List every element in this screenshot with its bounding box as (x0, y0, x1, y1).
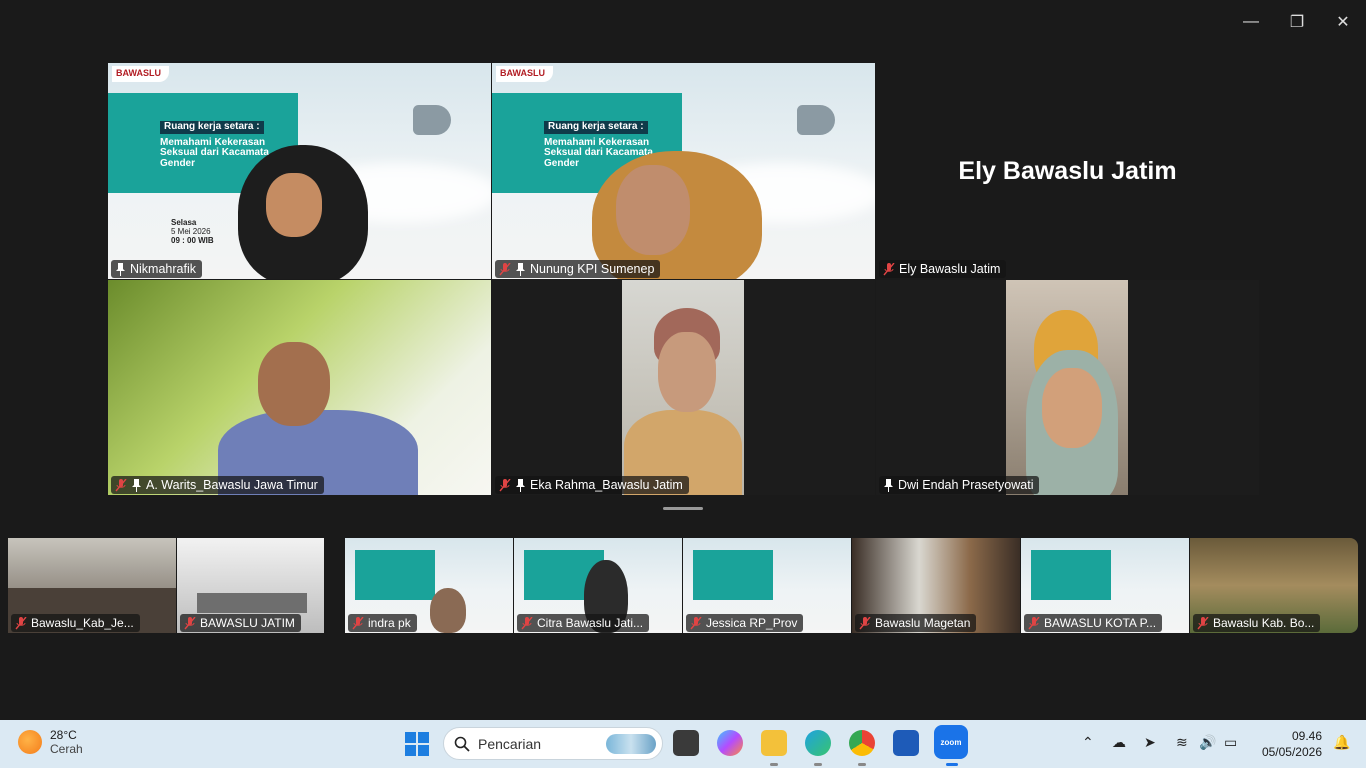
video-tile-nikmahrafik[interactable]: BAWASLU Ruang kerja setara : Memahami Ke… (108, 63, 491, 279)
taskbar: 28°C Cerah Pencarian zoom ⌃ ☁ ➤ ≋ 🔊 ▭ 09… (0, 720, 1366, 768)
notification-icon[interactable]: 🔔 (1333, 734, 1350, 751)
search-box[interactable]: Pencarian (443, 727, 663, 760)
strip-tile[interactable]: Bawaslu_Kab_Je... (8, 538, 176, 633)
participant-nametag: BAWASLU JATIM (180, 614, 301, 632)
weather-temp: 28°C (50, 728, 77, 742)
participant-nametag: A. Warits_Bawaslu Jawa Timur (111, 476, 324, 494)
onedrive-icon[interactable]: ☁ (1112, 734, 1126, 751)
strip-tile[interactable]: Jessica RP_Prov (683, 538, 851, 633)
slide-title-line: Gender (544, 157, 580, 169)
clock[interactable]: 09.46 05/05/2026 (1262, 728, 1322, 760)
windows-start-icon[interactable] (405, 732, 429, 756)
mic-muted-icon (1197, 616, 1209, 629)
weather-desc: Cerah (50, 742, 83, 756)
slide-title-line: Memahami Kekerasan (160, 136, 266, 148)
participant-nametag: BAWASLU KOTA P... (1024, 614, 1163, 632)
participant-video (1006, 280, 1128, 495)
sun-icon (18, 730, 42, 754)
slide-title-line: Memahami Kekerasan (544, 136, 650, 148)
volume-icon[interactable]: 🔊 (1199, 734, 1216, 751)
video-tile-nunung[interactable]: BAWASLU Ruang kerja setara : Memahami Ke… (492, 63, 875, 279)
mic-muted-icon (1028, 616, 1040, 629)
close-button[interactable]: ✕ (1320, 0, 1366, 44)
copilot-icon[interactable] (717, 730, 743, 756)
restore-button[interactable]: ❐ (1274, 0, 1320, 44)
search-highlight-image (606, 734, 656, 754)
slide-heading: Ruang kerja setara : (544, 121, 648, 134)
strip-tile[interactable]: BAWASLU KOTA P... (1021, 538, 1189, 633)
participant-nametag: Citra Bawaslu Jati... (517, 614, 650, 632)
search-icon (454, 736, 470, 752)
battery-icon[interactable]: ▭ (1224, 734, 1237, 751)
file-explorer-icon[interactable] (761, 730, 787, 756)
strip-tile[interactable]: indra pk (345, 538, 513, 633)
pin-icon (516, 478, 525, 492)
strip-tile[interactable]: Citra Bawaslu Jati... (514, 538, 682, 633)
mic-muted-icon (184, 616, 196, 629)
resize-handle[interactable] (663, 507, 703, 510)
search-placeholder: Pencarian (478, 735, 542, 752)
mic-muted-icon (521, 616, 533, 629)
participant-nametag: Bawaslu Kab. Bo... (1193, 614, 1321, 632)
bawaslu-logo: BAWASLU (112, 66, 169, 82)
task-view-icon[interactable] (673, 730, 699, 756)
participant-nametag: Jessica RP_Prov (686, 614, 804, 632)
pin-icon (516, 262, 525, 276)
video-tile-warits[interactable]: A. Warits_Bawaslu Jawa Timur (108, 280, 491, 495)
participant-display-name: Ely Bawaslu Jatim (958, 156, 1177, 185)
participant-nametag: Dwi Endah Prasetyowati (879, 476, 1040, 494)
participant-nametag: Ely Bawaslu Jatim (879, 260, 1007, 278)
participant-nametag: indra pk (348, 614, 417, 632)
zoom-app-icon[interactable]: zoom (934, 725, 968, 759)
face (266, 173, 322, 237)
slide-title-line: Seksual dari Kacamata (160, 147, 269, 158)
window-controls: — ❐ ✕ (1228, 0, 1366, 44)
location-icon[interactable]: ➤ (1144, 734, 1156, 751)
slide-date: Selasa 5 Mei 2026 09 : 00 WIB (171, 218, 214, 245)
wifi-icon[interactable]: ≋ (1176, 734, 1188, 751)
mic-muted-icon (883, 262, 895, 275)
weather-widget[interactable]: 28°C Cerah (18, 728, 83, 756)
face (258, 342, 330, 426)
slide-title-line: Seksual dari Kacamata (544, 147, 653, 158)
participant-nametag: Nunung KPI Sumenep (495, 260, 661, 278)
participant-nametag: Bawaslu Magetan (855, 614, 977, 632)
video-tile-eka[interactable]: Eka Rahma_Bawaslu Jatim (492, 280, 875, 495)
mic-muted-icon (115, 478, 127, 491)
slide-heading: Ruang kerja setara : (160, 121, 264, 134)
mic-muted-icon (15, 616, 27, 629)
slide-title-line: Gender (160, 157, 196, 169)
edge-icon[interactable] (805, 730, 831, 756)
strip-tile[interactable]: Bawaslu Magetan (852, 538, 1020, 633)
chrome-icon[interactable] (849, 730, 875, 756)
pin-icon (116, 262, 125, 276)
face (616, 165, 690, 255)
chevron-up-icon[interactable]: ⌃ (1082, 734, 1094, 751)
pin-icon (884, 478, 893, 492)
store-icon[interactable] (893, 730, 919, 756)
participant-video (622, 280, 744, 495)
strip-tile[interactable]: Bawaslu Kab. Bo... (1190, 538, 1358, 633)
pin-icon (132, 478, 141, 492)
minimize-button[interactable]: — (1228, 0, 1274, 44)
mic-muted-icon (499, 262, 511, 275)
mic-muted-icon (499, 478, 511, 491)
participant-nametag: Nikmahrafik (111, 260, 202, 278)
video-tile-dwi[interactable]: Dwi Endah Prasetyowati (876, 280, 1259, 495)
mic-muted-icon (690, 616, 702, 629)
strip-tile[interactable]: BAWASLU JATIM (177, 538, 324, 633)
mic-muted-icon (352, 616, 364, 629)
participant-nametag: Eka Rahma_Bawaslu Jatim (495, 476, 689, 494)
participant-nametag: Bawaslu_Kab_Je... (11, 614, 140, 632)
bawaslu-logo: BAWASLU (496, 66, 553, 82)
mic-muted-icon (859, 616, 871, 629)
